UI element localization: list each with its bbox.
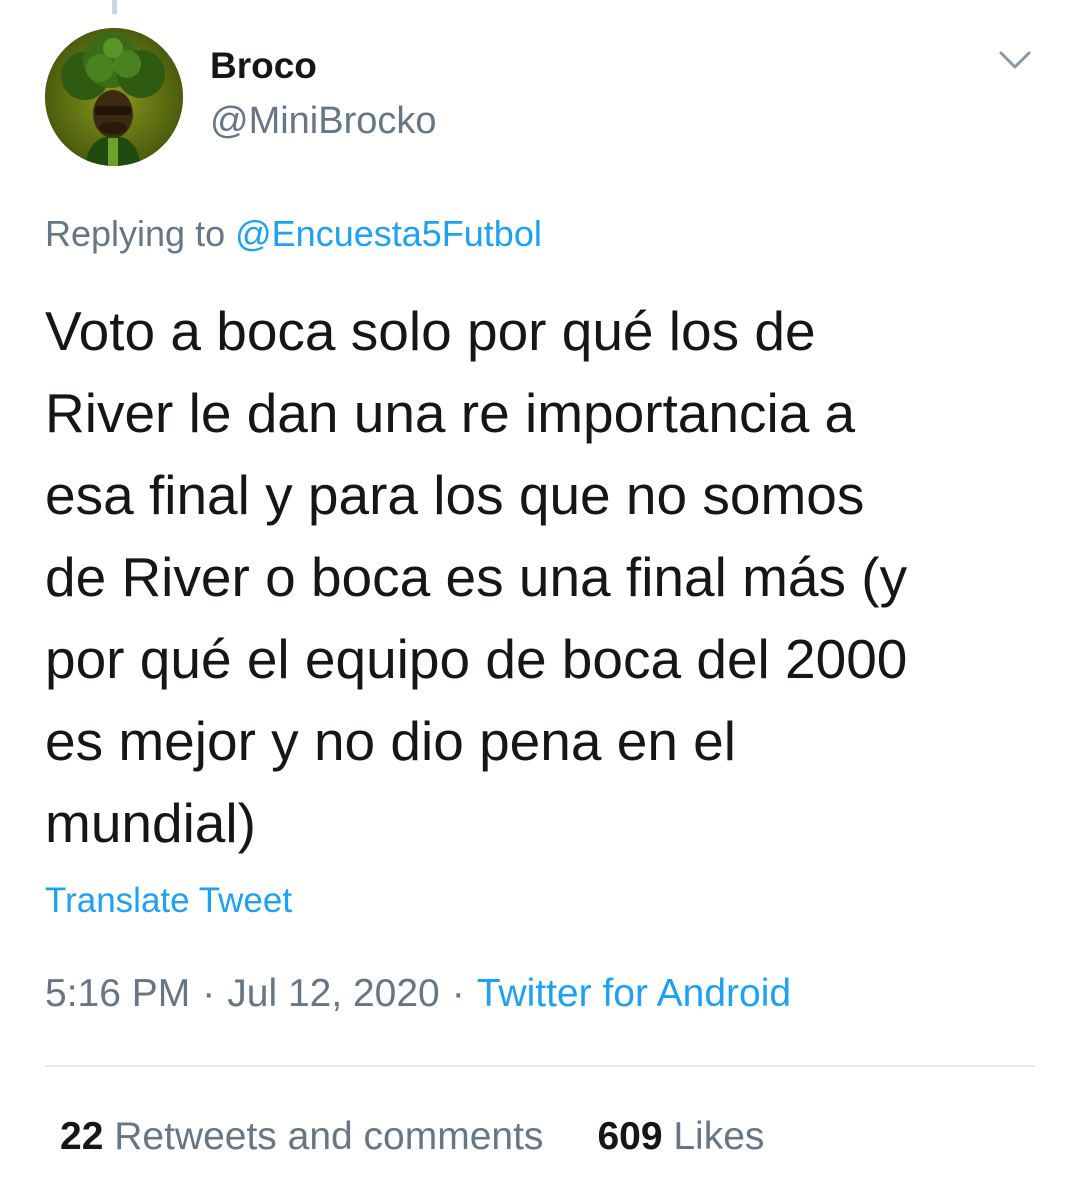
tweet-text-line: River le dan una re importancia a [45, 382, 856, 444]
tweet-text-line: Voto a boca solo por qué los de [45, 300, 816, 362]
author-display-name[interactable]: Broco [210, 44, 317, 88]
reply-mention-link[interactable]: @Encuesta5Futbol [235, 213, 542, 254]
tweet-text-line: esa final y para los que no somos [45, 464, 865, 526]
likes-count: 609 [597, 1115, 663, 1158]
thread-connector-line [112, 0, 117, 14]
tweet-meta: 5:16 PM · Jul 12, 2020 · Twitter for Android [45, 970, 791, 1018]
tweet-text-line: es mejor y no dio pena en el [45, 710, 736, 772]
tweet-time: 5:16 PM [45, 972, 191, 1015]
translate-tweet-link[interactable]: Translate Tweet [45, 880, 292, 922]
tweet-menu-button[interactable] [992, 40, 1038, 80]
retweets-count: 22 [60, 1115, 104, 1158]
tweet-text-line: por qué el equipo de boca del 2000 [45, 628, 908, 690]
chevron-down-icon [999, 51, 1031, 69]
broccoli-afro-character-avatar-icon [45, 28, 183, 166]
tweet-text: Voto a boca solo por qué los de River le… [45, 290, 1050, 864]
avatar[interactable] [45, 28, 183, 166]
meta-separator: · [451, 972, 465, 1015]
divider [45, 1065, 1035, 1067]
meta-separator: · [202, 972, 216, 1015]
retweets-label: Retweets and comments [114, 1115, 544, 1158]
tweet-date: Jul 12, 2020 [227, 972, 440, 1015]
tweet-stats: 22 Retweets and comments 609 Likes [60, 1113, 764, 1161]
tweet-text-line: de River o boca es una final más (y [45, 546, 908, 608]
replying-to-label: Replying to [45, 213, 226, 254]
likes-stat[interactable]: 609 Likes [597, 1115, 764, 1158]
likes-label: Likes [673, 1115, 765, 1158]
tweet-source-link[interactable]: Twitter for Android [477, 972, 791, 1015]
retweets-stat[interactable]: 22 Retweets and comments [60, 1115, 543, 1158]
author-handle[interactable]: @MiniBrocko [210, 98, 437, 144]
tweet-text-line: mundial) [45, 792, 256, 854]
replying-to-line: Replying to @Encuesta5Futbol [45, 212, 542, 256]
